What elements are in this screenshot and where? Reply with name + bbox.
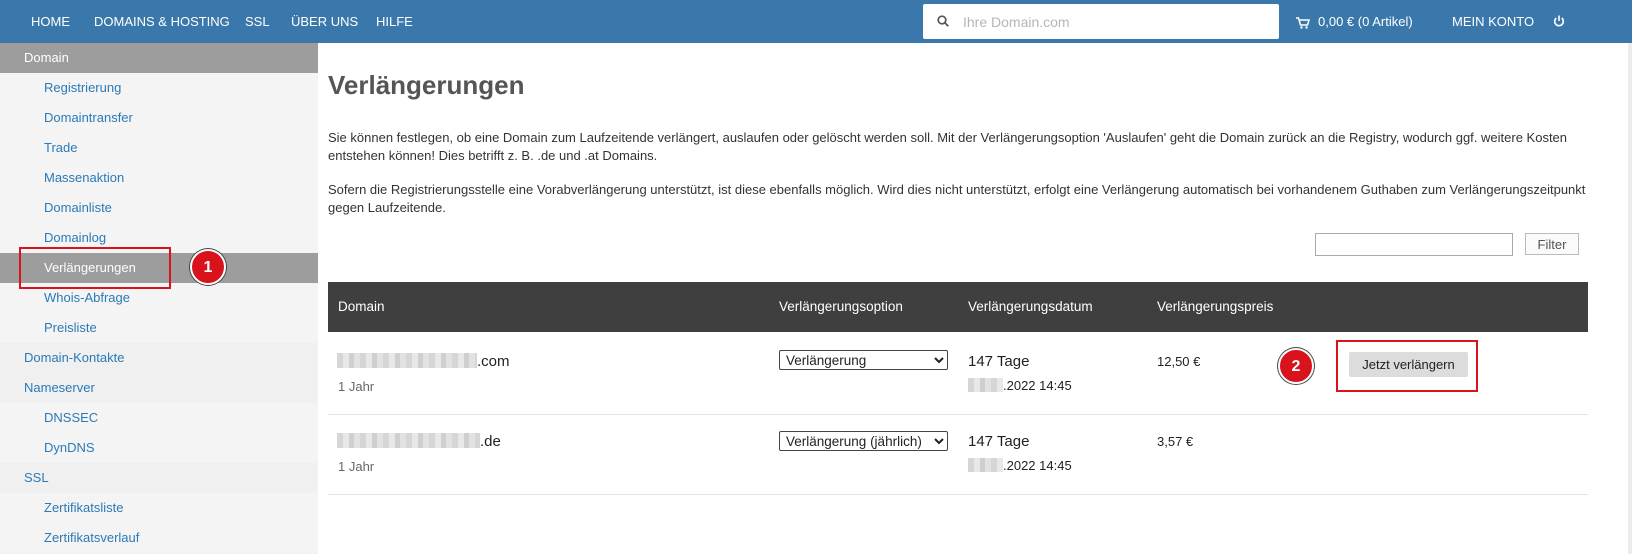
annotation-highlight-2	[1336, 340, 1478, 392]
intro-paragraph: Sie können festlegen, ob eine Domain zum…	[328, 130, 1568, 163]
nav-domains-hosting[interactable]: DOMAINS & HOSTING	[94, 0, 230, 43]
page-title: Verlängerungen	[328, 70, 525, 100]
nav-ueber-uns[interactable]: ÜBER UNS	[291, 0, 358, 43]
sidebar-section-domain[interactable]: Domain	[0, 43, 318, 73]
annotation-highlight-1	[19, 247, 171, 289]
renewal-date: .2022 14:45	[968, 378, 1072, 393]
filter-input[interactable]	[1315, 233, 1513, 256]
column-header-domain: Domain	[338, 299, 385, 314]
cart-total: 0,00 € (0 Artikel)	[1318, 14, 1413, 29]
sidebar-item-trade[interactable]: Trade	[0, 133, 318, 163]
sidebar-item-preisliste[interactable]: Preisliste	[0, 313, 318, 343]
nav-ssl[interactable]: SSL	[245, 0, 270, 43]
sidebar-item-dyndns[interactable]: DynDNS	[0, 433, 318, 463]
logout-power-icon[interactable]	[1553, 15, 1565, 27]
renewal-option-select[interactable]: Verlängerung	[779, 350, 948, 370]
nav-mein-konto[interactable]: MEIN KONTO	[1452, 0, 1534, 43]
sidebar-item-ssl[interactable]: SSL	[0, 463, 318, 493]
renewal-option-select[interactable]: Verlängerung (jährlich)	[779, 431, 948, 451]
domain-term: 1 Jahr	[338, 459, 375, 474]
search-icon[interactable]	[937, 15, 949, 27]
redacted-date	[968, 458, 1003, 472]
top-navigation-bar: HOME DOMAINS & HOSTING SSL ÜBER UNS HILF…	[0, 0, 1632, 43]
sidebar-item-nameserver[interactable]: Nameserver	[0, 373, 318, 403]
row-divider	[328, 494, 1588, 495]
nav-home[interactable]: HOME	[31, 0, 70, 43]
filter-button[interactable]: Filter	[1525, 233, 1579, 255]
sidebar-item-zertifikatsliste[interactable]: Zertifikatsliste	[0, 493, 318, 523]
renewal-days: 147 Tage	[968, 433, 1030, 450]
sidebar-item-zertifikatsverlauf[interactable]: Zertifikatsverlauf	[0, 523, 318, 553]
redacted-date	[968, 378, 1003, 392]
redacted-domain	[337, 353, 477, 368]
table-header: Domain Verlängerungsoption Verlängerungs…	[328, 282, 1588, 332]
domain-name[interactable]: .de	[337, 433, 501, 450]
cart-link[interactable]: 0,00 € (0 Artikel)	[1296, 0, 1413, 43]
renewal-date: .2022 14:45	[968, 458, 1072, 473]
domain-search-box	[923, 4, 1279, 39]
annotation-badge-2: 2	[1278, 348, 1314, 384]
redacted-domain	[337, 433, 480, 448]
sidebar-item-massenaktion[interactable]: Massenaktion	[0, 163, 318, 193]
domain-suffix: .com	[477, 353, 510, 370]
domain-name[interactable]: .com	[337, 353, 510, 370]
column-header-price: Verlängerungspreis	[1157, 299, 1274, 314]
renewal-price: 12,50 €	[1157, 354, 1201, 369]
cart-icon	[1296, 16, 1311, 29]
scrollbar-track[interactable]	[1628, 43, 1632, 554]
domain-suffix: .de	[480, 433, 501, 450]
renewal-date-text: .2022 14:45	[1003, 378, 1072, 393]
sidebar: Domain Registrierung Domaintransfer Trad…	[0, 43, 318, 554]
sidebar-item-domainliste[interactable]: Domainliste	[0, 193, 318, 223]
annotation-badge-1: 1	[190, 249, 226, 285]
domain-search-input[interactable]	[963, 4, 1263, 39]
sidebar-item-registrierung[interactable]: Registrierung	[0, 73, 318, 103]
sidebar-item-domain-kontakte[interactable]: Domain-Kontakte	[0, 343, 318, 373]
domain-term: 1 Jahr	[338, 379, 375, 394]
sidebar-item-domaintransfer[interactable]: Domaintransfer	[0, 103, 318, 133]
renewal-price: 3,57 €	[1157, 434, 1194, 449]
renewal-date-text: .2022 14:45	[1003, 458, 1072, 473]
column-header-option: Verlängerungsoption	[779, 299, 903, 314]
row-divider	[328, 414, 1588, 415]
nav-hilfe[interactable]: HILFE	[376, 0, 413, 43]
column-header-date: Verlängerungsdatum	[968, 299, 1093, 314]
renewal-days: 147 Tage	[968, 353, 1030, 370]
info-paragraph: Sofern die Registrierungsstelle eine Vor…	[328, 182, 1586, 215]
sidebar-item-dnssec[interactable]: DNSSEC	[0, 403, 318, 433]
